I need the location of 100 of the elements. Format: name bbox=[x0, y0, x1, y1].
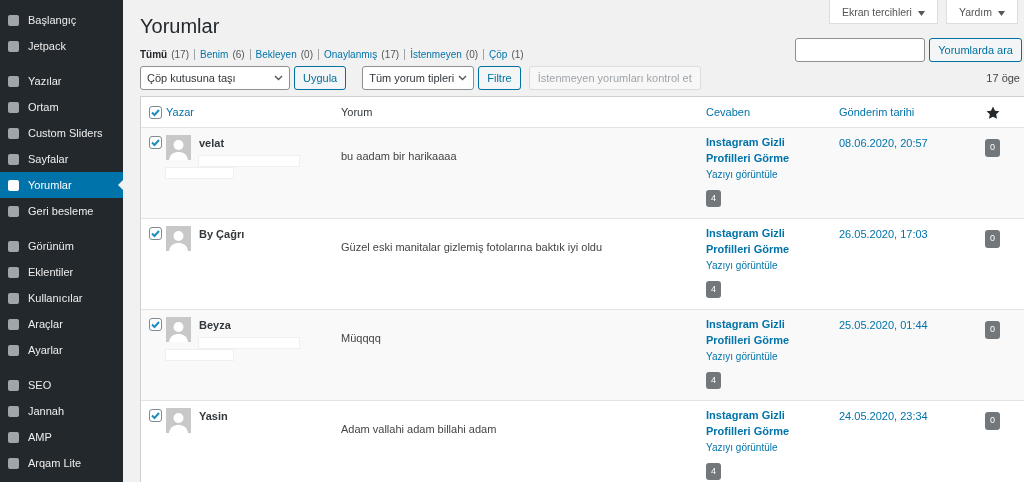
column-header[interactable]: Cevaben bbox=[706, 105, 751, 118]
comment-date[interactable]: 26.05.2020, 17:03 bbox=[839, 228, 928, 240]
filter-count: (0) bbox=[465, 48, 479, 62]
filter-link[interactable]: Benim bbox=[200, 47, 229, 62]
sidebar-item[interactable]: Yazılar bbox=[0, 68, 123, 94]
sidebar-item[interactable]: Araçlar bbox=[0, 311, 123, 337]
rating-badge: 0 bbox=[985, 139, 1000, 157]
comment-count-badge[interactable]: 4 bbox=[706, 189, 721, 208]
menu-icon bbox=[7, 204, 20, 218]
sidebar-item[interactable]: SEO bbox=[0, 372, 123, 398]
checkbox[interactable] bbox=[149, 227, 162, 240]
sidebar-item[interactable]: Ayarlar bbox=[0, 337, 123, 363]
sidebar-item[interactable]: Ortam bbox=[0, 94, 123, 120]
comment-count-badge[interactable]: 4 bbox=[706, 280, 721, 299]
menu-icon bbox=[7, 343, 20, 357]
column-header[interactable]: Yazar bbox=[166, 105, 194, 118]
column-header: Yorum bbox=[341, 105, 373, 118]
checkbox[interactable] bbox=[149, 136, 162, 149]
view-post-link[interactable]: Yazıyı görüntüle bbox=[706, 348, 831, 364]
column-header[interactable]: Gönderim tarihi bbox=[839, 105, 915, 118]
sidebar-item[interactable]: AMP bbox=[0, 424, 123, 450]
sidebar-item[interactable]: Görünüm bbox=[0, 233, 123, 259]
menu-icon bbox=[7, 100, 20, 114]
filter-link[interactable]: İstenmeyen bbox=[410, 47, 462, 62]
rating-badge: 0 bbox=[985, 230, 1000, 248]
sidebar-item[interactable]: Başlangıç bbox=[0, 7, 123, 33]
post-link[interactable]: Instagram Gizli Profilleri Görme bbox=[706, 408, 831, 440]
comment-count-badge[interactable]: 4 bbox=[706, 371, 721, 390]
author-name: Beyza bbox=[199, 318, 232, 333]
sidebar-item[interactable]: Custom Sliders bbox=[0, 120, 123, 146]
filter-count: (17) bbox=[381, 48, 400, 62]
comment-text: Müqqqq bbox=[341, 332, 381, 344]
search-field[interactable] bbox=[795, 38, 926, 62]
sidebar-item[interactable]: Sayfalar bbox=[0, 146, 123, 172]
sidebar-item[interactable]: Eklentiler bbox=[0, 259, 123, 285]
comment-text: bu aadam bir harikaaaa bbox=[341, 150, 457, 162]
filter-link[interactable]: Bekleyen bbox=[255, 47, 297, 62]
menu-icon bbox=[7, 456, 20, 470]
caret-icon bbox=[917, 10, 925, 16]
avatar-icon bbox=[166, 317, 191, 342]
author-name: velat bbox=[199, 136, 226, 151]
menu-icon bbox=[7, 178, 20, 192]
avatar-icon bbox=[166, 135, 191, 160]
comment-text: Güzel eski manitalar gizlemiş fotolarına baktık iyi oldu bbox=[341, 241, 603, 253]
menu-icon bbox=[7, 126, 20, 140]
sidebar-item[interactable]: Jannah bbox=[0, 398, 123, 424]
filter-count: (0) bbox=[300, 48, 313, 62]
chevron-icon bbox=[274, 75, 283, 81]
view-post-link[interactable]: Yazıyı görüntüle bbox=[706, 257, 831, 273]
view-post-link[interactable]: Yazıyı görüntüle bbox=[706, 166, 831, 182]
view-post-link[interactable]: Yazıyı görüntüle bbox=[706, 439, 831, 455]
apply-button[interactable]: Uygula bbox=[294, 66, 347, 90]
type-select[interactable]: Tüm yorum tipleri bbox=[362, 66, 475, 90]
sidebar-item[interactable]: Arqam Lite bbox=[0, 450, 123, 476]
screen-tab[interactable]: Ekran tercihleri bbox=[828, 0, 938, 24]
avatar-icon bbox=[166, 408, 191, 433]
comment-text: Adam vallahi adam billahi adam bbox=[341, 423, 497, 435]
screen-tab[interactable]: Yardım bbox=[945, 0, 1018, 24]
comment-count-badge[interactable]: 4 bbox=[706, 462, 721, 481]
checkbox[interactable] bbox=[149, 409, 162, 422]
filter-button[interactable]: Filtre bbox=[478, 66, 521, 90]
filter-count: (6) bbox=[232, 48, 245, 62]
sidebar-item[interactable]: Kullanıcılar bbox=[0, 285, 123, 311]
rating-badge: 0 bbox=[985, 412, 1000, 430]
menu-icon bbox=[7, 430, 20, 444]
menu-icon bbox=[7, 152, 20, 166]
search-button[interactable]: Yorumlarda ara bbox=[929, 38, 1022, 62]
post-link[interactable]: Instagram Gizli Profilleri Görme bbox=[706, 317, 831, 349]
star-icon bbox=[986, 105, 1000, 120]
menu-icon bbox=[7, 291, 20, 305]
menu-icon bbox=[7, 39, 20, 53]
comment-date[interactable]: 25.05.2020, 01:44 bbox=[839, 319, 928, 331]
checkbox[interactable] bbox=[149, 318, 162, 331]
sidebar-item[interactable]: Yorumlar bbox=[0, 172, 123, 198]
post-link[interactable]: Instagram Gizli Profilleri Görme bbox=[706, 135, 831, 167]
comment-date[interactable]: 24.05.2020, 23:34 bbox=[839, 410, 928, 422]
author-name: By Çağrı bbox=[199, 227, 245, 242]
menu-icon bbox=[7, 239, 20, 253]
post-link[interactable]: Instagram Gizli Profilleri Görme bbox=[706, 226, 831, 258]
menu-icon bbox=[7, 265, 20, 279]
filter-link[interactable]: Onaylanmış bbox=[324, 47, 378, 62]
caret-icon bbox=[998, 10, 1005, 16]
rating-badge: 0 bbox=[985, 321, 1000, 339]
author-name: Yasin bbox=[199, 409, 228, 424]
filter-count: (17) bbox=[171, 48, 189, 62]
bulk-action-select[interactable]: Çöp kutusuna taşı bbox=[140, 66, 290, 90]
menu-icon bbox=[7, 74, 20, 88]
filter-count: (1) bbox=[511, 48, 524, 62]
menu-icon bbox=[7, 317, 20, 331]
sidebar-item[interactable]: Geri besleme bbox=[0, 198, 123, 224]
page-title: Yorumlar bbox=[140, 14, 221, 38]
menu-icon bbox=[7, 13, 20, 27]
filter-link[interactable]: Tümü bbox=[140, 47, 168, 62]
checkbox[interactable] bbox=[149, 105, 162, 119]
avatar-icon bbox=[166, 226, 191, 251]
menu-icon bbox=[7, 404, 20, 418]
sidebar-item[interactable]: Jetpack bbox=[0, 33, 123, 59]
comment-date[interactable]: 08.06.2020, 20:57 bbox=[839, 137, 928, 149]
filter-link[interactable]: Çöp bbox=[489, 47, 508, 62]
menu-icon bbox=[7, 378, 20, 392]
